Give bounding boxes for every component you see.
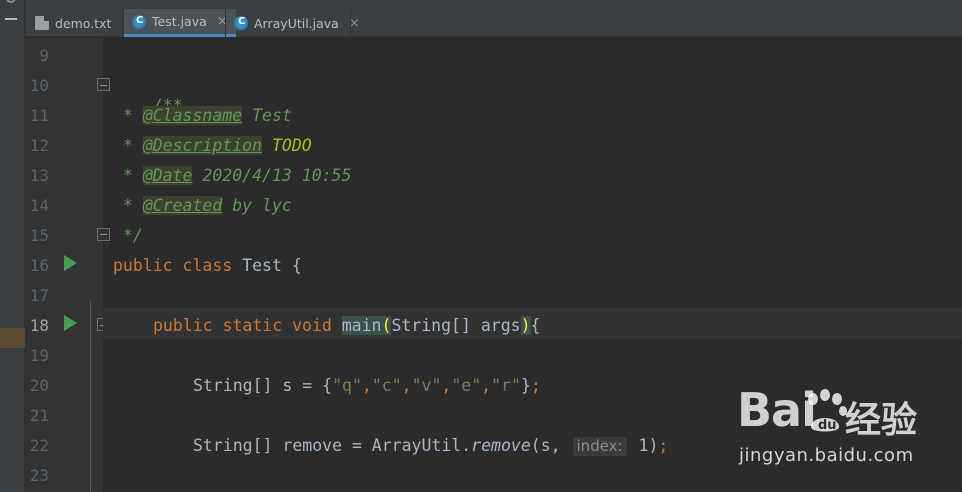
baidu-paw-icon: du [808, 389, 847, 433]
line-number: 11 [29, 106, 49, 125]
code-line-16: public class Test { [113, 256, 302, 275]
tool-window-icon[interactable] [6, 0, 16, 3]
watermark-url: jingyan.baidu.com [739, 445, 914, 466]
line-number: 15 [29, 226, 49, 245]
line-number: 10 [29, 76, 49, 95]
line-number: 23 [29, 466, 49, 485]
tab-test-java[interactable]: C Test.java × [124, 9, 236, 37]
run-main-icon[interactable] [64, 315, 77, 331]
code-line-20: String[] s = {"q","c","v","e","r"}; [193, 376, 541, 395]
line-number: 22 [29, 436, 49, 455]
baidu-jingyan-watermark: Bai du 经验 jingyan.baidu.com [737, 383, 957, 473]
line-number-current: 18 [29, 316, 49, 335]
code-line-13: * @Date 2020/4/13 10:55 [113, 166, 352, 185]
line-number: 21 [29, 406, 49, 425]
javadoc-tag: @Classname [142, 106, 243, 125]
code-line-14: * @Created by lyc [113, 196, 292, 215]
tab-label: Test.java [152, 14, 207, 29]
line-number: 16 [29, 256, 49, 275]
tab-divider [350, 9, 351, 37]
tab-arrayutil-java[interactable]: C ArrayUtil.java × [226, 9, 368, 37]
java-class-icon: C [132, 14, 146, 29]
tab-label: ArrayUtil.java [254, 15, 339, 31]
parameter-hint: index: [572, 437, 627, 456]
line-number: 14 [29, 196, 49, 215]
bookmark-marker [0, 328, 25, 348]
line-number: 20 [29, 376, 49, 395]
javadoc-tag: @Date [142, 166, 193, 185]
java-class-icon: C [234, 16, 248, 30]
javadoc-tag: @Description [142, 136, 263, 155]
javadoc-tag: @Created [142, 196, 223, 215]
tab-label: demo.txt [55, 15, 112, 31]
code-line-18: public static void main(String[] args){ [153, 316, 541, 335]
code-line-12: * @Description TODO [113, 136, 312, 155]
line-number: 19 [29, 346, 49, 365]
line-number: 12 [29, 136, 49, 155]
editor-tab-bar: demo.txt × C Test.java × C ArrayUtil.jav… [25, 0, 962, 37]
indent-guide [90, 300, 91, 492]
collapse-icon[interactable] [5, 18, 17, 20]
line-number: 9 [39, 46, 49, 65]
jingyan-text: 经验 [845, 400, 918, 441]
code-line-11: * @Classname Test [113, 106, 292, 125]
text-file-icon [35, 16, 49, 30]
line-number: 13 [29, 166, 49, 185]
code-line-22: String[] remove = ArrayUtil.remove(s, in… [193, 436, 669, 456]
left-tool-strip [0, 0, 25, 492]
line-number: 17 [29, 286, 49, 305]
svg-text:du: du [818, 418, 837, 433]
run-class-icon[interactable] [64, 255, 77, 271]
code-line-15: */ [113, 226, 143, 245]
